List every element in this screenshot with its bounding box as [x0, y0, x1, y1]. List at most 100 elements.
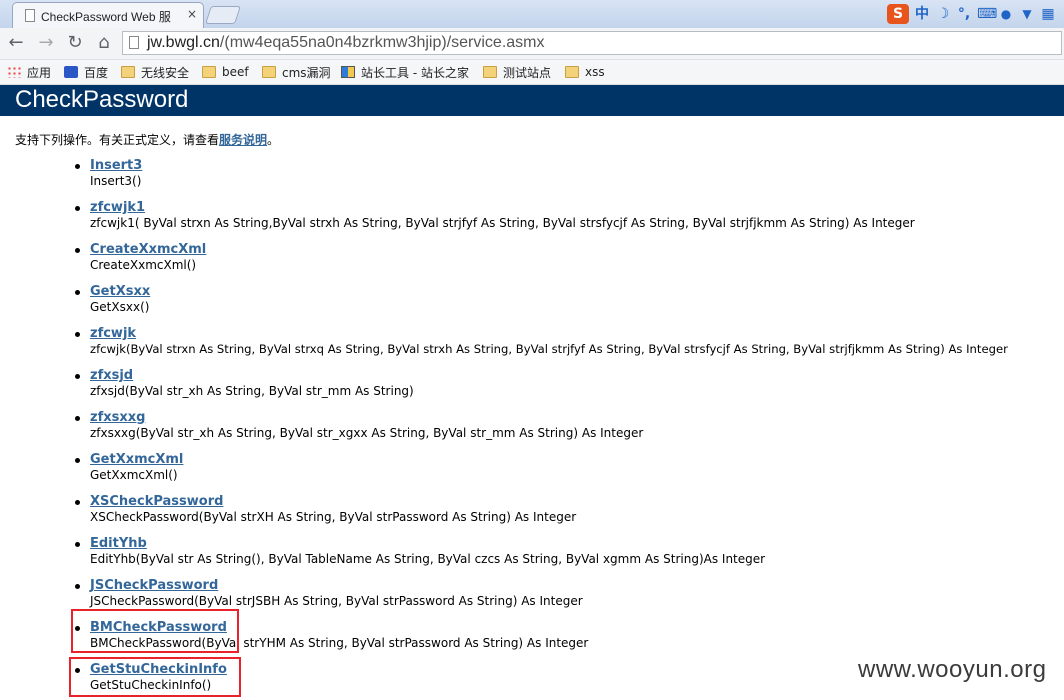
baidu-icon [64, 66, 78, 78]
bookmark-label: xss [585, 65, 605, 79]
forward-icon[interactable]: → [35, 32, 57, 53]
apps-icon [7, 66, 21, 78]
moon-icon[interactable]: ☽ [935, 4, 951, 24]
operation-item: XSCheckPassword XSCheckPassword(ByVal str… [75, 494, 1060, 532]
operation-signature: Insert3() [90, 174, 142, 188]
bookmark-test-sites[interactable]: 测试站点 [483, 63, 551, 81]
reload-icon[interactable]: ↻ [64, 32, 86, 53]
operation-item: zfcwjk1 zfcwjk1( ByVal strxn As String,By… [75, 200, 1060, 238]
operation-signature: zfcwjk(ByVal strxn As String, ByVal strx… [90, 342, 1008, 356]
bookmark-label: 百度 [84, 65, 109, 80]
operation-link[interactable]: Insert3 [90, 158, 142, 173]
url-path: /(mw4eqa55na0n4bzrkmw3hjip)/service.asmx [219, 34, 545, 51]
page-title: CheckPassword [15, 86, 189, 113]
folder-icon [262, 66, 276, 78]
bullet-icon [75, 332, 80, 337]
operation-signature: GetXsxx() [90, 300, 150, 314]
user-icon[interactable]: ● [998, 4, 1014, 24]
navigation-toolbar: ← → ↻ ⌂ jw.bwgl.cn/(mw4eqa55na0n4bzrkmw3… [0, 28, 1064, 60]
url-text[interactable]: jw.bwgl.cn/(mw4eqa55na0n4bzrkmw3hjip)/se… [147, 34, 545, 52]
folder-icon [202, 66, 216, 78]
operation-signature: zfcwjk1( ByVal strxn As String,ByVal str… [90, 216, 915, 230]
intro-end: 。 [267, 133, 280, 147]
intro-text: 支持下列操作。有关正式定义，请查看服务说明。 [15, 131, 279, 148]
operation-item: GetXsxx GetXsxx() [75, 284, 1060, 322]
watermark-text: www.wooyun.org [858, 656, 1047, 683]
url-host: jw.bwgl.cn [147, 34, 220, 51]
tab-title: CheckPassword Web 服 [41, 10, 171, 24]
bookmark-chinaz[interactable]: 站长工具 - 站长之家 [341, 63, 469, 81]
bookmark-label: 无线安全 [141, 65, 190, 80]
operation-item: zfxsxxg zfxsxxg(ByVal str_xh As String, B… [75, 410, 1060, 448]
operation-item: Insert3 Insert3() [75, 158, 1060, 196]
new-tab-button[interactable] [205, 6, 241, 24]
browser-tab[interactable]: CheckPassword Web 服 × [12, 2, 204, 28]
operation-link[interactable]: zfcwjk [90, 326, 136, 341]
keyboard-icon[interactable]: ⌨ [977, 4, 997, 24]
operation-link[interactable]: zfxsjd [90, 368, 133, 383]
operation-signature: CreateXxmcXml() [90, 258, 197, 272]
bullet-icon [75, 164, 80, 169]
operation-item: EditYhb EditYhb(ByVal str As String(), By… [75, 536, 1060, 574]
operation-link[interactable]: zfcwjk1 [90, 200, 145, 215]
ime-toolbar: S 中 ☽ °, ⌨ ● ▼ ▦ [887, 3, 1056, 25]
tab-close-icon[interactable]: × [187, 7, 197, 21]
operation-link[interactable]: GetXxmcXml [90, 452, 183, 467]
bullet-icon [75, 542, 80, 547]
operation-link[interactable]: XSCheckPassword [90, 494, 223, 509]
address-bar[interactable]: jw.bwgl.cn/(mw4eqa55na0n4bzrkmw3hjip)/se… [122, 31, 1062, 55]
folder-icon [121, 66, 135, 78]
bullet-icon [75, 500, 80, 505]
service-description-link[interactable]: 服务说明 [219, 133, 267, 147]
bullet-icon [75, 206, 80, 211]
bookmark-label: 应用 [27, 65, 52, 80]
bookmark-cms[interactable]: cms漏洞 [262, 63, 331, 81]
chinaz-icon [341, 66, 355, 78]
bullet-icon [75, 248, 80, 253]
operation-signature: zfxsjd(ByVal str_xh As String, ByVal str… [90, 384, 414, 398]
operation-signature: JSCheckPassword(ByVal strJSBH As String,… [90, 594, 583, 608]
sogou-logo-icon[interactable]: S [887, 4, 909, 24]
page-icon [129, 36, 139, 49]
intro-label: 支持下列操作。有关正式定义，请查看 [15, 133, 220, 147]
operation-item: GetXxmcXml GetXxmcXml() [75, 452, 1060, 490]
operation-link[interactable]: JSCheckPassword [90, 578, 218, 593]
operation-signature: zfxsxxg(ByVal str_xh As String, ByVal st… [90, 426, 644, 440]
bookmarks-bar: 应用 百度 无线安全 beef cms漏洞 站长工具 - 站长之家 测试站点 x… [0, 60, 1064, 85]
back-icon[interactable]: ← [5, 32, 27, 53]
bookmark-beef[interactable]: beef [202, 63, 249, 81]
page-icon [25, 9, 35, 22]
operation-signature: EditYhb(ByVal str As String(), ByVal Tab… [90, 552, 766, 566]
operation-link[interactable]: CreateXxmcXml [90, 242, 206, 257]
bookmark-apps[interactable]: 应用 [7, 63, 51, 81]
tab-strip: CheckPassword Web 服 × S 中 ☽ °, ⌨ ● ▼ ▦ [0, 0, 1064, 28]
punctuation-icon[interactable]: °, [956, 4, 972, 24]
bookmark-label: beef [222, 65, 249, 79]
operation-link[interactable]: zfxsxxg [90, 410, 145, 425]
bullet-icon [75, 458, 80, 463]
highlight-box [69, 657, 241, 697]
operation-link[interactable]: EditYhb [90, 536, 147, 551]
folder-icon [483, 66, 497, 78]
bookmark-label: 站长工具 - 站长之家 [361, 65, 469, 80]
bookmark-wireless-security[interactable]: 无线安全 [121, 63, 189, 81]
bookmark-label: 测试站点 [503, 65, 552, 80]
operation-link[interactable]: GetXsxx [90, 284, 150, 299]
folder-icon [565, 66, 579, 78]
bookmark-baidu[interactable]: 百度 [64, 63, 108, 81]
operation-item: CreateXxmcXml CreateXxmcXml() [75, 242, 1060, 280]
page-header: CheckPassword [0, 85, 1064, 116]
highlight-box [71, 609, 239, 653]
operation-signature: XSCheckPassword(ByVal strXH As String, B… [90, 510, 577, 524]
bullet-icon [75, 416, 80, 421]
home-icon[interactable]: ⌂ [93, 32, 115, 53]
ime-mode-icon[interactable]: 中 [914, 4, 930, 24]
operation-item: zfxsjd zfxsjd(ByVal str_xh As String, ByV… [75, 368, 1060, 406]
bullet-icon [75, 290, 80, 295]
operation-signature: GetXxmcXml() [90, 468, 178, 482]
bookmark-xss[interactable]: xss [565, 63, 605, 81]
tools-icon[interactable]: ▦ [1040, 4, 1056, 24]
bullet-icon [75, 584, 80, 589]
skin-icon[interactable]: ▼ [1019, 4, 1035, 24]
bullet-icon [75, 374, 80, 379]
